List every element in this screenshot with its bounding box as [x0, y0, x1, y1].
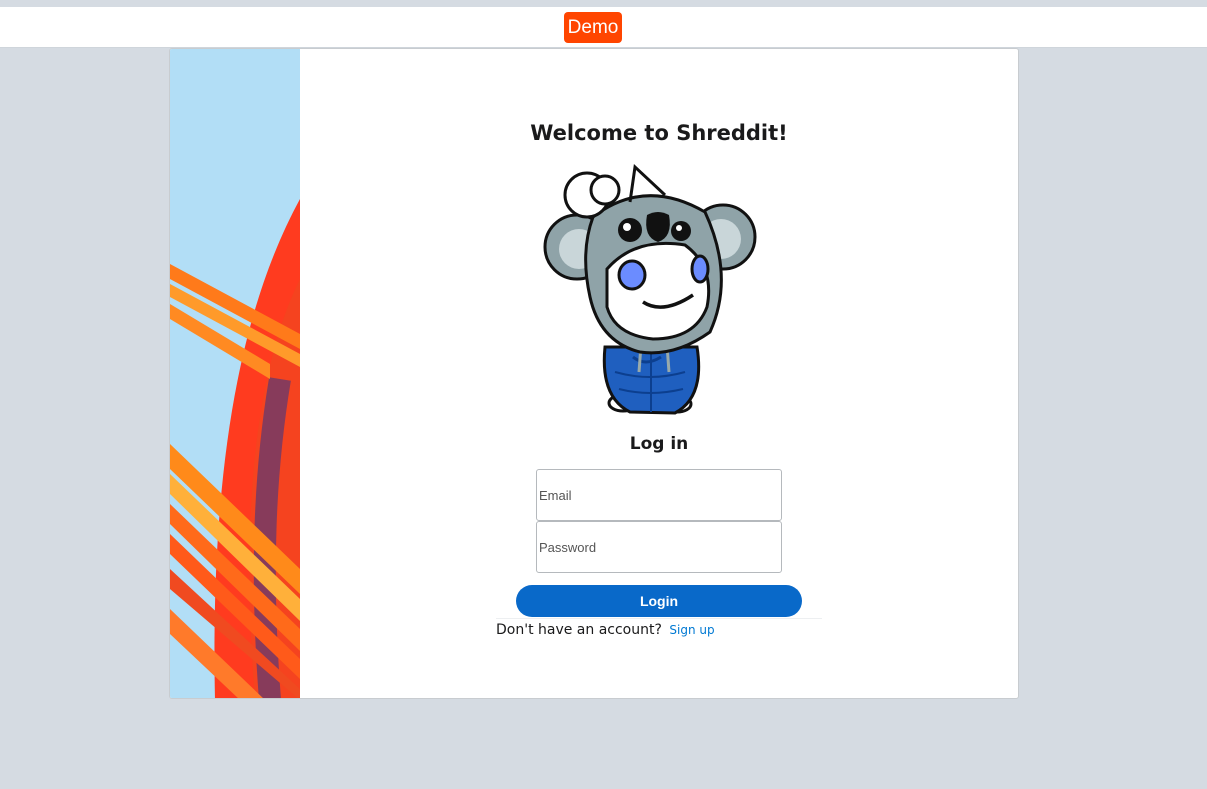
login-heading: Log in — [629, 434, 689, 454]
window-top-strip — [0, 0, 1207, 7]
email-field[interactable] — [536, 469, 782, 521]
signup-link[interactable]: Sign up — [669, 623, 714, 637]
login-button[interactable]: Login — [516, 585, 802, 617]
password-field[interactable] — [536, 521, 782, 573]
no-account-text: Don't have an account? — [496, 622, 662, 638]
koala-mascot-icon — [543, 163, 757, 415]
top-navbar: Demo — [0, 7, 1207, 48]
demo-button[interactable]: Demo — [564, 12, 622, 43]
page-title: Welcome to Shreddit! — [530, 121, 788, 145]
side-art-image — [170, 49, 300, 698]
login-card: Welcome to Shreddit! Log in Email Login … — [169, 48, 1019, 699]
signup-row: Don't have an account? Sign up — [496, 618, 822, 644]
